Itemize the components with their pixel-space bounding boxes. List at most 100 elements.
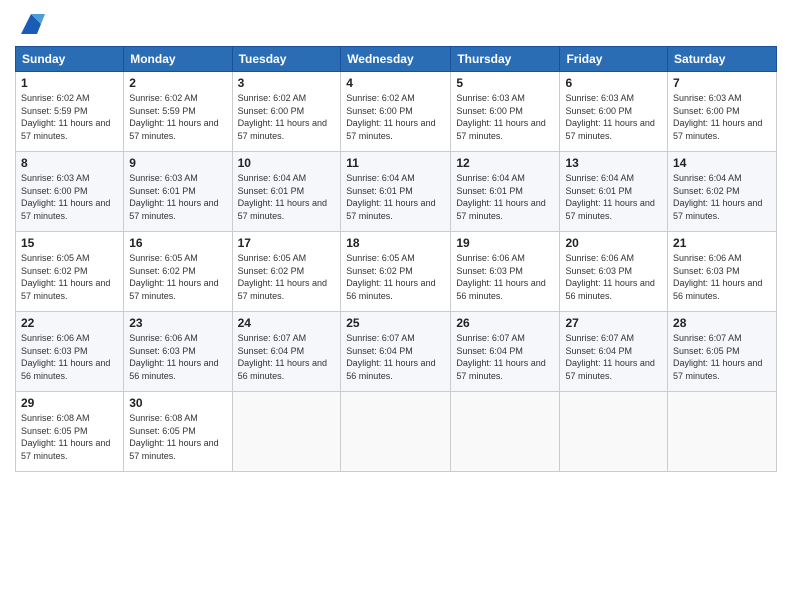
day-info: Sunrise: 6:08 AM Sunset: 6:05 PM Dayligh… bbox=[129, 412, 226, 462]
day-number: 12 bbox=[456, 156, 554, 170]
calendar-week-row: 22 Sunrise: 6:06 AM Sunset: 6:03 PM Dayl… bbox=[16, 312, 777, 392]
calendar-cell: 22 Sunrise: 6:06 AM Sunset: 6:03 PM Dayl… bbox=[16, 312, 124, 392]
calendar-cell: 27 Sunrise: 6:07 AM Sunset: 6:04 PM Dayl… bbox=[560, 312, 668, 392]
page: SundayMondayTuesdayWednesdayThursdayFrid… bbox=[0, 0, 792, 612]
day-info: Sunrise: 6:05 AM Sunset: 6:02 PM Dayligh… bbox=[129, 252, 226, 302]
calendar-cell: 14 Sunrise: 6:04 AM Sunset: 6:02 PM Dayl… bbox=[668, 152, 777, 232]
calendar-cell: 16 Sunrise: 6:05 AM Sunset: 6:02 PM Dayl… bbox=[124, 232, 232, 312]
weekday-header-monday: Monday bbox=[124, 47, 232, 72]
calendar-cell: 12 Sunrise: 6:04 AM Sunset: 6:01 PM Dayl… bbox=[451, 152, 560, 232]
calendar-week-row: 8 Sunrise: 6:03 AM Sunset: 6:00 PM Dayli… bbox=[16, 152, 777, 232]
day-number: 25 bbox=[346, 316, 445, 330]
calendar-cell: 28 Sunrise: 6:07 AM Sunset: 6:05 PM Dayl… bbox=[668, 312, 777, 392]
day-number: 4 bbox=[346, 76, 445, 90]
day-info: Sunrise: 6:06 AM Sunset: 6:03 PM Dayligh… bbox=[565, 252, 662, 302]
day-info: Sunrise: 6:05 AM Sunset: 6:02 PM Dayligh… bbox=[238, 252, 336, 302]
day-number: 27 bbox=[565, 316, 662, 330]
day-info: Sunrise: 6:05 AM Sunset: 6:02 PM Dayligh… bbox=[346, 252, 445, 302]
day-number: 15 bbox=[21, 236, 118, 250]
day-number: 29 bbox=[21, 396, 118, 410]
day-info: Sunrise: 6:06 AM Sunset: 6:03 PM Dayligh… bbox=[129, 332, 226, 382]
day-number: 2 bbox=[129, 76, 226, 90]
day-info: Sunrise: 6:04 AM Sunset: 6:01 PM Dayligh… bbox=[346, 172, 445, 222]
calendar-cell: 9 Sunrise: 6:03 AM Sunset: 6:01 PM Dayli… bbox=[124, 152, 232, 232]
day-info: Sunrise: 6:07 AM Sunset: 6:04 PM Dayligh… bbox=[346, 332, 445, 382]
logo bbox=[15, 10, 45, 38]
calendar-cell: 7 Sunrise: 6:03 AM Sunset: 6:00 PM Dayli… bbox=[668, 72, 777, 152]
weekday-header-tuesday: Tuesday bbox=[232, 47, 341, 72]
day-info: Sunrise: 6:05 AM Sunset: 6:02 PM Dayligh… bbox=[21, 252, 118, 302]
day-number: 26 bbox=[456, 316, 554, 330]
day-number: 30 bbox=[129, 396, 226, 410]
calendar-cell: 1 Sunrise: 6:02 AM Sunset: 5:59 PM Dayli… bbox=[16, 72, 124, 152]
weekday-header-saturday: Saturday bbox=[668, 47, 777, 72]
day-number: 28 bbox=[673, 316, 771, 330]
day-info: Sunrise: 6:03 AM Sunset: 6:00 PM Dayligh… bbox=[456, 92, 554, 142]
day-info: Sunrise: 6:07 AM Sunset: 6:05 PM Dayligh… bbox=[673, 332, 771, 382]
calendar-cell: 11 Sunrise: 6:04 AM Sunset: 6:01 PM Dayl… bbox=[341, 152, 451, 232]
day-number: 5 bbox=[456, 76, 554, 90]
day-info: Sunrise: 6:06 AM Sunset: 6:03 PM Dayligh… bbox=[456, 252, 554, 302]
calendar-cell: 6 Sunrise: 6:03 AM Sunset: 6:00 PM Dayli… bbox=[560, 72, 668, 152]
calendar-cell: 15 Sunrise: 6:05 AM Sunset: 6:02 PM Dayl… bbox=[16, 232, 124, 312]
calendar-cell: 24 Sunrise: 6:07 AM Sunset: 6:04 PM Dayl… bbox=[232, 312, 341, 392]
day-number: 23 bbox=[129, 316, 226, 330]
day-number: 17 bbox=[238, 236, 336, 250]
day-number: 20 bbox=[565, 236, 662, 250]
calendar-cell: 10 Sunrise: 6:04 AM Sunset: 6:01 PM Dayl… bbox=[232, 152, 341, 232]
calendar-cell: 18 Sunrise: 6:05 AM Sunset: 6:02 PM Dayl… bbox=[341, 232, 451, 312]
calendar-cell bbox=[668, 392, 777, 472]
weekday-header-row: SundayMondayTuesdayWednesdayThursdayFrid… bbox=[16, 47, 777, 72]
day-number: 14 bbox=[673, 156, 771, 170]
weekday-header-friday: Friday bbox=[560, 47, 668, 72]
day-info: Sunrise: 6:03 AM Sunset: 6:00 PM Dayligh… bbox=[673, 92, 771, 142]
weekday-header-wednesday: Wednesday bbox=[341, 47, 451, 72]
calendar-table: SundayMondayTuesdayWednesdayThursdayFrid… bbox=[15, 46, 777, 472]
calendar-cell: 23 Sunrise: 6:06 AM Sunset: 6:03 PM Dayl… bbox=[124, 312, 232, 392]
calendar-cell: 25 Sunrise: 6:07 AM Sunset: 6:04 PM Dayl… bbox=[341, 312, 451, 392]
day-info: Sunrise: 6:02 AM Sunset: 6:00 PM Dayligh… bbox=[346, 92, 445, 142]
day-number: 8 bbox=[21, 156, 118, 170]
calendar-cell: 8 Sunrise: 6:03 AM Sunset: 6:00 PM Dayli… bbox=[16, 152, 124, 232]
calendar-cell: 20 Sunrise: 6:06 AM Sunset: 6:03 PM Dayl… bbox=[560, 232, 668, 312]
calendar-week-row: 1 Sunrise: 6:02 AM Sunset: 5:59 PM Dayli… bbox=[16, 72, 777, 152]
weekday-header-thursday: Thursday bbox=[451, 47, 560, 72]
calendar-cell: 29 Sunrise: 6:08 AM Sunset: 6:05 PM Dayl… bbox=[16, 392, 124, 472]
calendar-week-row: 29 Sunrise: 6:08 AM Sunset: 6:05 PM Dayl… bbox=[16, 392, 777, 472]
logo-icon bbox=[17, 10, 45, 38]
day-number: 22 bbox=[21, 316, 118, 330]
day-number: 19 bbox=[456, 236, 554, 250]
day-number: 7 bbox=[673, 76, 771, 90]
day-info: Sunrise: 6:07 AM Sunset: 6:04 PM Dayligh… bbox=[238, 332, 336, 382]
day-number: 1 bbox=[21, 76, 118, 90]
day-info: Sunrise: 6:02 AM Sunset: 5:59 PM Dayligh… bbox=[21, 92, 118, 142]
day-number: 9 bbox=[129, 156, 226, 170]
calendar-cell bbox=[560, 392, 668, 472]
calendar-cell: 26 Sunrise: 6:07 AM Sunset: 6:04 PM Dayl… bbox=[451, 312, 560, 392]
day-number: 18 bbox=[346, 236, 445, 250]
calendar-week-row: 15 Sunrise: 6:05 AM Sunset: 6:02 PM Dayl… bbox=[16, 232, 777, 312]
day-number: 21 bbox=[673, 236, 771, 250]
day-number: 16 bbox=[129, 236, 226, 250]
calendar-cell: 4 Sunrise: 6:02 AM Sunset: 6:00 PM Dayli… bbox=[341, 72, 451, 152]
day-info: Sunrise: 6:04 AM Sunset: 6:01 PM Dayligh… bbox=[238, 172, 336, 222]
calendar-cell: 13 Sunrise: 6:04 AM Sunset: 6:01 PM Dayl… bbox=[560, 152, 668, 232]
calendar-cell bbox=[451, 392, 560, 472]
day-number: 10 bbox=[238, 156, 336, 170]
calendar-cell: 21 Sunrise: 6:06 AM Sunset: 6:03 PM Dayl… bbox=[668, 232, 777, 312]
calendar-cell: 3 Sunrise: 6:02 AM Sunset: 6:00 PM Dayli… bbox=[232, 72, 341, 152]
calendar-cell bbox=[341, 392, 451, 472]
day-info: Sunrise: 6:07 AM Sunset: 6:04 PM Dayligh… bbox=[456, 332, 554, 382]
calendar-cell: 5 Sunrise: 6:03 AM Sunset: 6:00 PM Dayli… bbox=[451, 72, 560, 152]
calendar-cell bbox=[232, 392, 341, 472]
calendar-cell: 2 Sunrise: 6:02 AM Sunset: 5:59 PM Dayli… bbox=[124, 72, 232, 152]
day-info: Sunrise: 6:03 AM Sunset: 6:00 PM Dayligh… bbox=[21, 172, 118, 222]
calendar-cell: 30 Sunrise: 6:08 AM Sunset: 6:05 PM Dayl… bbox=[124, 392, 232, 472]
day-info: Sunrise: 6:04 AM Sunset: 6:01 PM Dayligh… bbox=[565, 172, 662, 222]
day-number: 6 bbox=[565, 76, 662, 90]
header bbox=[15, 10, 777, 38]
day-info: Sunrise: 6:04 AM Sunset: 6:02 PM Dayligh… bbox=[673, 172, 771, 222]
day-info: Sunrise: 6:04 AM Sunset: 6:01 PM Dayligh… bbox=[456, 172, 554, 222]
day-info: Sunrise: 6:07 AM Sunset: 6:04 PM Dayligh… bbox=[565, 332, 662, 382]
day-info: Sunrise: 6:08 AM Sunset: 6:05 PM Dayligh… bbox=[21, 412, 118, 462]
